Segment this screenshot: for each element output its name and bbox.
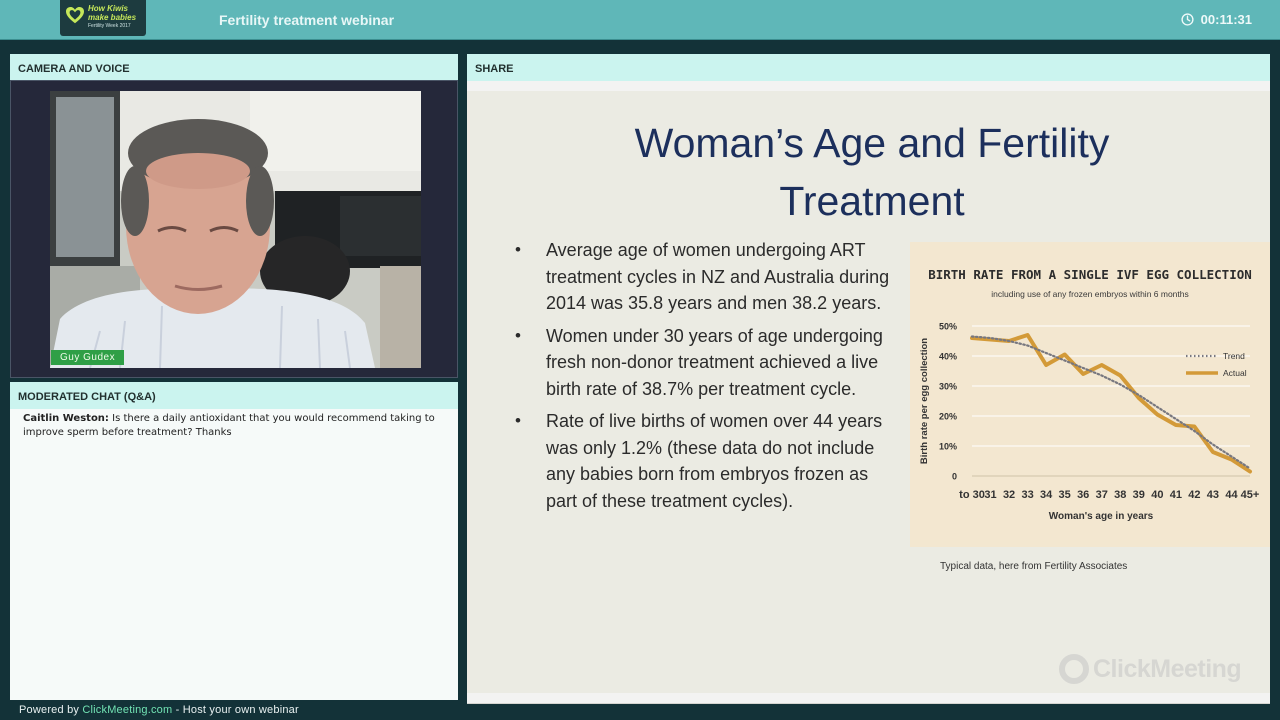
x-tick-label: 45+ [1241,489,1260,501]
slide-bullet: Rate of live births of women over 44 yea… [513,408,903,514]
slide-bullet: Average age of women undergoing ART trea… [513,237,903,317]
x-tick-label: 35 [1059,489,1071,501]
x-tick-label: 36 [1077,489,1089,501]
y-tick-label: 20% [939,412,957,422]
x-tick-label: 37 [1096,489,1108,501]
legend-label-actual: Actual [1223,368,1247,378]
slide-bottom-border [467,703,1270,704]
clickmeeting-link[interactable]: ClickMeeting.com [82,704,172,716]
slide-title-line2: Treatment [779,178,965,224]
x-tick-label: 40 [1151,489,1163,501]
slide-bullet-list: Average age of women undergoing ART trea… [513,237,903,520]
x-tick-label: 42 [1188,489,1200,501]
series-line-actual [970,333,1252,474]
x-tick-label: 41 [1170,489,1182,501]
event-logo: How Kiwis make babies Fertility Week 201… [60,0,146,36]
logo-text-line3: Fertility Week 2017 [88,23,131,29]
slide-bullet: Women under 30 years of age undergoing f… [513,323,903,403]
x-tick-label: 44 [1225,489,1238,501]
clock-icon [1181,13,1194,26]
presenter-video-frame [50,91,421,368]
x-tick-label: to 30 [959,489,985,501]
presenter-video[interactable]: Guy Gudex [50,91,421,368]
clickmeeting-logo-icon [1059,654,1089,684]
logo-text-line2: make babies [88,13,137,22]
birth-rate-chart-svg: BIRTH RATE FROM A SINGLE IVF EGG COLLECT… [919,267,1260,522]
x-tick-label: 32 [1003,489,1015,501]
x-tick-label: 39 [1133,489,1145,501]
watermark-text: ClickMeeting [1093,654,1242,683]
legend-label-trend: Trend [1223,351,1245,361]
chat-message: Caitlin Weston: Is there a daily antioxi… [23,412,445,440]
camera-panel-heading: CAMERA AND VOICE [10,54,458,81]
presentation-slide: Woman’s Age and Fertility Treatment Aver… [467,91,1270,704]
timer-value: 00:11:31 [1200,12,1252,27]
share-panel: Woman’s Age and Fertility Treatment Aver… [467,81,1270,704]
powered-by: Powered by ClickMeeting.com - Host your … [19,704,299,716]
share-panel-heading: SHARE [467,54,1270,81]
top-bar: How Kiwis make babies Fertility Week 201… [0,0,1280,40]
slide-title-line1: Woman’s Age and Fertility [634,120,1110,166]
birth-rate-chart: BIRTH RATE FROM A SINGLE IVF EGG COLLECT… [910,242,1270,547]
powered-by-suffix: - Host your own webinar [172,704,299,716]
chart-subtitle: including use of any frozen embryos with… [991,289,1189,299]
slide-title: Woman’s Age and Fertility Treatment [567,114,1177,230]
x-tick-label: 43 [1207,489,1219,501]
x-tick-label: 34 [1040,489,1053,501]
powered-by-prefix: Powered by [19,704,83,716]
x-axis-label: Woman's age in years [1049,511,1154,522]
webinar-title: Fertility treatment webinar [219,12,395,28]
y-tick-label: 40% [939,352,957,362]
y-tick-label: 0 [952,472,957,482]
y-tick-label: 50% [939,322,957,332]
x-tick-label: 38 [1114,489,1126,501]
chat-panel-heading: MODERATED CHAT (Q&A) [10,382,458,409]
y-axis-label: Birth rate per egg collection [919,338,930,464]
clickmeeting-watermark: ClickMeeting [1059,654,1242,684]
y-tick-label: 10% [939,442,957,452]
camera-panel: Guy Gudex [10,80,458,378]
chart-caption: Typical data, here from Fertility Associ… [940,561,1128,572]
heart-icon [66,7,84,24]
x-tick-label: 33 [1021,489,1033,501]
y-tick-label: 30% [939,382,957,392]
session-timer: 00:11:31 [1181,12,1252,27]
chart-title: BIRTH RATE FROM A SINGLE IVF EGG COLLECT… [928,267,1252,282]
logo-text-line1: How Kiwis [88,4,129,13]
presenter-name-tag: Guy Gudex [51,350,125,365]
chat-panel: Caitlin Weston: Is there a daily antioxi… [10,409,458,700]
chat-message-author: Caitlin Weston: [23,413,109,424]
x-tick-label: 31 [984,489,996,501]
